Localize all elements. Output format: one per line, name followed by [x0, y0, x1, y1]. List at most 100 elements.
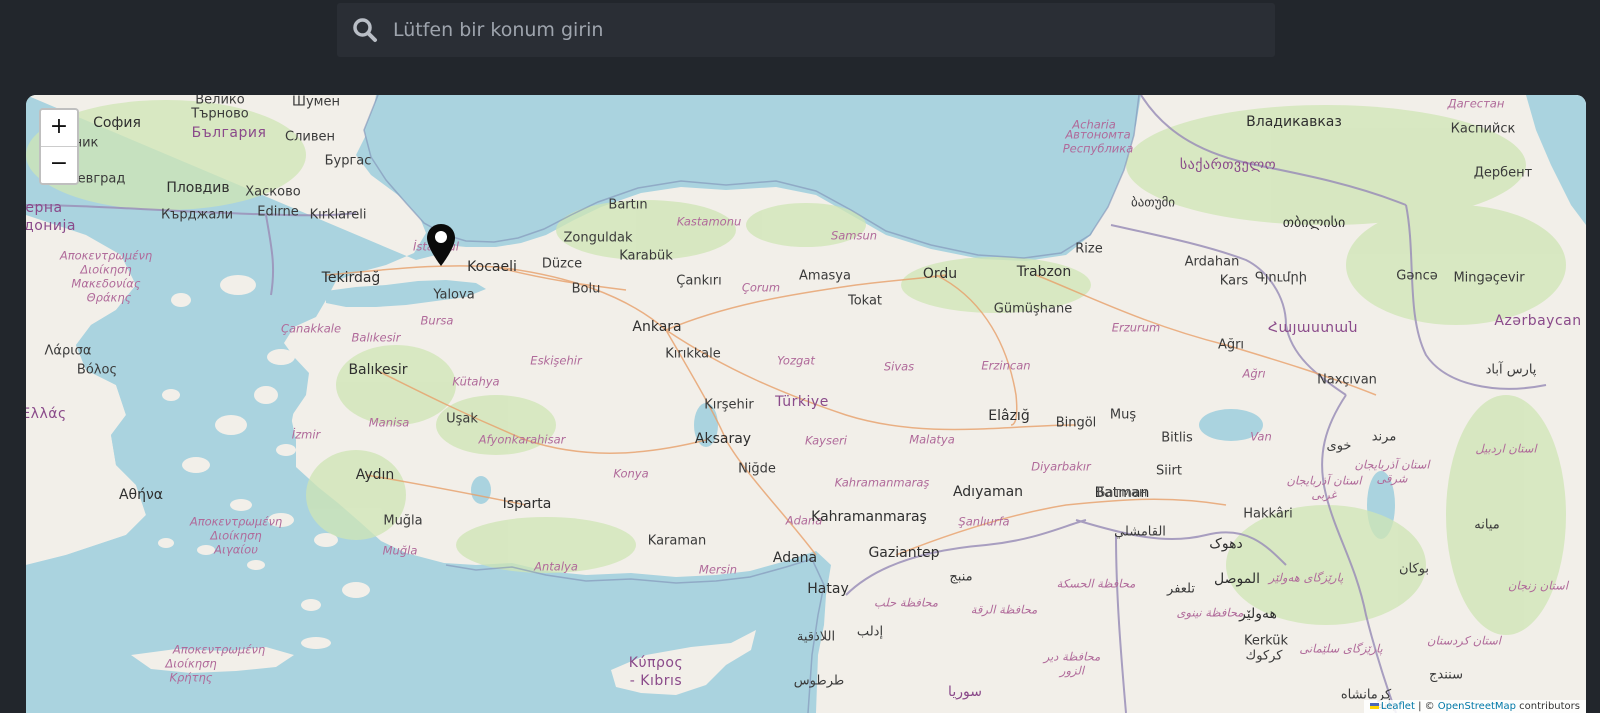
- map-place-label: Διοίκηση: [165, 656, 217, 671]
- map-place-label: Balıkesir: [348, 362, 408, 378]
- map-place-label: Ağrı: [1242, 366, 1266, 381]
- map-place-label: Yozgat: [777, 353, 815, 368]
- leaflet-link[interactable]: Leaflet: [1381, 701, 1415, 712]
- map-place-label: донија: [26, 218, 76, 234]
- map-place-label: Автономта: [1065, 127, 1131, 142]
- map-place-label: Çanakkale: [280, 321, 342, 336]
- attribution-suffix: contributors: [1516, 701, 1580, 712]
- map-place-label: Бургас: [324, 153, 372, 169]
- map-place-label: میانه: [1474, 517, 1500, 533]
- map-place-label: سوريا: [948, 684, 982, 700]
- map-place-label: تلعفر: [1167, 581, 1195, 597]
- map-place-label: Ağrı: [1217, 337, 1245, 353]
- map-place-label: Naxçıvan: [1317, 372, 1377, 388]
- map-place-label: Gaziantep: [868, 545, 940, 561]
- map-place-label: - Kıbrıs: [629, 673, 683, 689]
- map-place-label: خوی: [1326, 438, 1352, 454]
- map-place-label: Kahramanmaraş: [811, 509, 927, 525]
- map-place-label: Düzce: [541, 256, 583, 272]
- map-place-label: Αποκεντρωμένη: [59, 248, 153, 263]
- map-place-label: Çorum: [741, 280, 781, 295]
- map-place-label: دهوک: [1209, 536, 1243, 552]
- map-place-label: طرطوس: [793, 673, 845, 689]
- map-place-label: Ordu: [922, 266, 958, 282]
- map-place-label: مرند: [1371, 429, 1397, 445]
- map-place-label: استان کردستان: [1427, 633, 1501, 648]
- map-place-label: كركوك: [1245, 648, 1283, 664]
- map-place-label: Διοίκηση: [210, 528, 262, 543]
- map-place-label: Республика: [1062, 141, 1134, 156]
- map-place-label: Пловдив: [166, 180, 230, 196]
- map-place-label: Λάρισα: [44, 343, 92, 359]
- map-place-label: საქართველო: [1179, 157, 1277, 173]
- map-place-label: ерна: [26, 200, 63, 216]
- map-place-label: Aydın: [355, 467, 395, 483]
- map-place-label: Kayseri: [805, 433, 847, 448]
- map-place-label: Edirne: [257, 204, 299, 220]
- map-place-label: غربی: [1311, 487, 1337, 502]
- map-place-label: ბათუმი: [1130, 195, 1176, 211]
- map-place-label: Κύπρος: [628, 655, 684, 671]
- map-place-label: Βόλος: [76, 362, 118, 378]
- map-place-label: Eskişehir: [530, 353, 582, 368]
- map-place-label: پارێزگای سلێمانی: [1299, 641, 1383, 656]
- location-pin-icon[interactable]: [426, 223, 456, 267]
- map-place-label: الزور: [1059, 663, 1085, 678]
- map-place-label: Kütahya: [452, 374, 500, 389]
- location-search-input[interactable]: [391, 2, 1275, 58]
- map-place-label: إدلب: [856, 624, 884, 640]
- map-place-label: Ankara: [632, 319, 682, 335]
- search-icon: [351, 16, 379, 44]
- map-place-label: Muğla: [383, 513, 423, 529]
- map-place-label: Muğla: [382, 543, 418, 558]
- map-place-label: Malatya: [909, 432, 955, 447]
- map-place-label: پارس آباد: [1485, 362, 1537, 378]
- map-place-label: Գյումրի: [1255, 270, 1307, 286]
- map-place-label: Διοίκηση: [80, 262, 132, 277]
- map-place-label: Bolu: [571, 281, 601, 297]
- map-place-label: محافظة دير: [1043, 649, 1101, 664]
- map-place-label: Kocaeli: [467, 259, 517, 275]
- map-place-label: Хасково: [245, 184, 301, 200]
- map-place-label: Erzurum: [1111, 320, 1161, 335]
- map-place-label: Rize: [1075, 241, 1103, 257]
- map-view[interactable]: София Велико Търново Шумен България Сливен Бур…: [26, 95, 1586, 713]
- map-place-label: Kars: [1219, 273, 1249, 289]
- map-place-label: Ardahan: [1184, 254, 1240, 270]
- map-place-label: Uşak: [446, 411, 478, 427]
- map-place-label: بوکان: [1398, 561, 1430, 577]
- map-place-label: Kastamonu: [676, 214, 742, 229]
- map-place-label: Αποκεντρωμένη: [172, 642, 266, 657]
- map-place-label: Mingəçevir: [1453, 270, 1525, 286]
- map-place-label: Trabzon: [1016, 264, 1072, 280]
- map-place-label: Sivas: [883, 359, 915, 374]
- map-place-label: اللاذقية: [796, 629, 836, 645]
- map-place-label: Шумен: [292, 95, 340, 110]
- openstreetmap-link[interactable]: OpenStreetMap: [1438, 701, 1516, 712]
- map-place-label: محافظة الرقة: [970, 602, 1038, 617]
- map-place-label: Mersin: [698, 562, 738, 577]
- map-place-label: Balıkesir: [351, 330, 401, 345]
- map-place-label: Çankırı: [676, 273, 722, 289]
- map-place-label: Հայաստան: [1267, 320, 1359, 336]
- map-place-label: თბილისი: [1282, 215, 1346, 231]
- map-place-label: Afyonkarahisar: [478, 432, 566, 447]
- map-place-label: Αποκεντρωμένη: [189, 514, 283, 529]
- map-place-label: Hakkâri: [1243, 506, 1293, 522]
- map-place-label: استان آذربایجان: [1286, 473, 1362, 488]
- map-place-label: Adana: [772, 550, 818, 566]
- zoom-in-button[interactable]: +: [41, 110, 77, 146]
- map-place-label: Samsun: [830, 228, 878, 243]
- attribution-separator: | ©: [1414, 701, 1438, 712]
- map-place-label: Kırşehir: [704, 397, 754, 413]
- map-place-label: Isparta: [502, 496, 552, 512]
- map-place-label: Aksaray: [694, 431, 752, 447]
- map-place-label: Konya: [613, 466, 649, 481]
- zoom-out-button[interactable]: −: [41, 146, 77, 183]
- map-place-label: Kerkük: [1243, 633, 1289, 649]
- map-place-label: Elâzığ: [988, 408, 1030, 424]
- map-place-label: Bingöl: [1055, 415, 1097, 431]
- location-search-bar[interactable]: [337, 2, 1275, 58]
- map-place-label: Кърджали: [160, 207, 234, 223]
- map-place-label: Hatay: [807, 581, 849, 597]
